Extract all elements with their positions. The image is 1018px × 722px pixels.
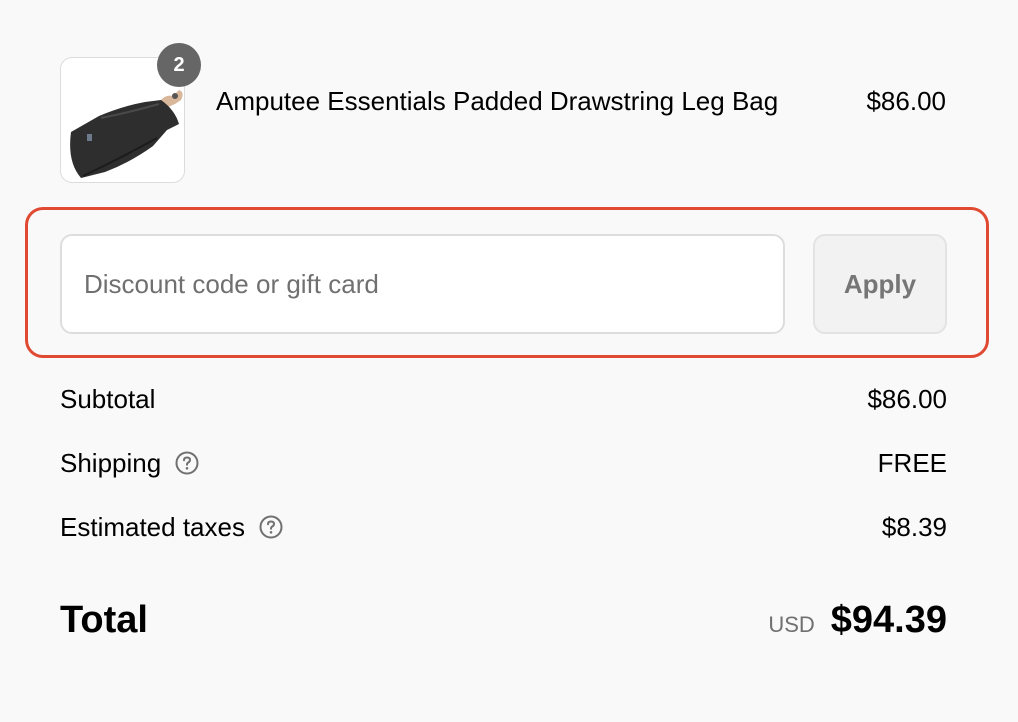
currency-code: USD — [768, 611, 815, 637]
shipping-help-icon[interactable] — [175, 451, 199, 475]
shipping-label: Shipping — [60, 447, 162, 478]
shipping-value: FREE — [877, 447, 947, 478]
total-row: Total USD $94.39 — [60, 592, 947, 648]
quantity-badge: 2 — [157, 43, 201, 87]
subtotal-label: Subtotal — [60, 383, 156, 414]
total-amount: $94.39 — [830, 598, 947, 641]
taxes-row: Estimated taxes $8.39 — [60, 507, 947, 547]
product-name: Amputee Essentials Padded Drawstring Leg… — [216, 86, 779, 116]
taxes-label: Estimated taxes — [60, 511, 245, 542]
taxes-help-icon[interactable] — [259, 515, 283, 539]
total-label: Total — [60, 598, 148, 641]
apply-discount-button[interactable]: Apply — [813, 234, 947, 334]
taxes-value: $8.39 — [881, 511, 947, 542]
discount-code-input[interactable] — [60, 234, 785, 334]
subtotal-value: $86.00 — [867, 383, 947, 414]
shipping-row: Shipping FREE — [60, 443, 947, 483]
order-summary: 2 Amputee Essentials Padded Drawstring L… — [0, 0, 1018, 722]
product-price: $86.00 — [866, 86, 946, 116]
subtotal-row: Subtotal $86.00 — [60, 379, 947, 419]
